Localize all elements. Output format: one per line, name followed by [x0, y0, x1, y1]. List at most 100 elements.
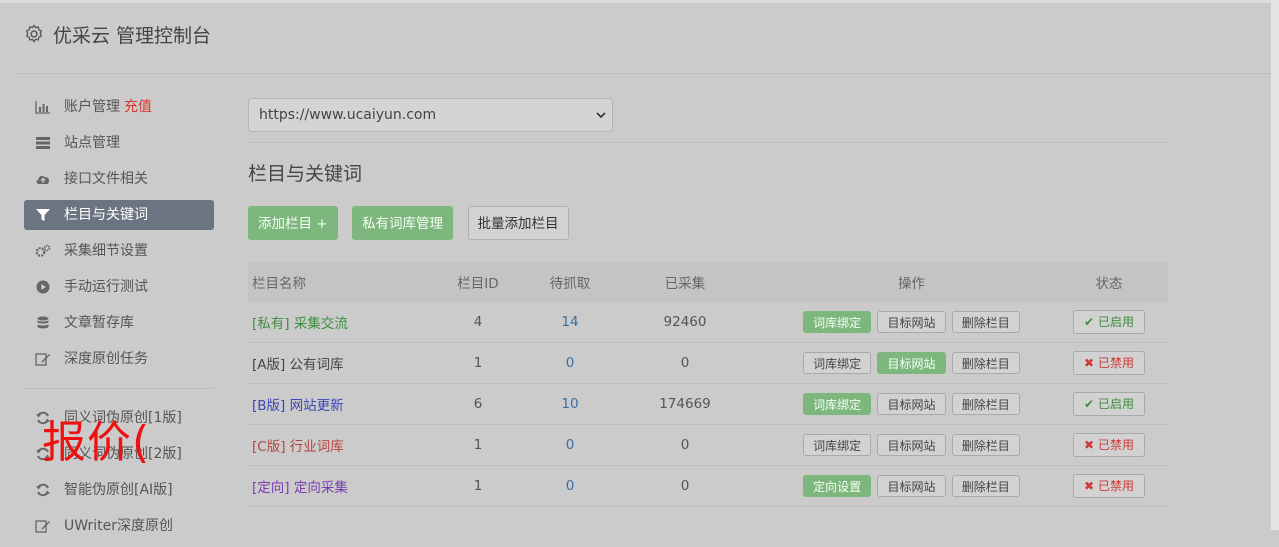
private-lexicon-button[interactable]: 私有词库管理	[352, 206, 454, 240]
status-toggle[interactable]: ✖ 已禁用	[1073, 433, 1145, 457]
batch-add-button[interactable]: 批量添加栏目	[467, 206, 569, 240]
target-site-button[interactable]: 目标网站	[877, 393, 946, 415]
sidebar-item-article-store[interactable]: 文章暂存库	[24, 308, 214, 338]
table-row: [A版] 公有词库 1 0 0 词库绑定 目标网站 删除栏目 ✖ 已禁用	[248, 342, 1168, 384]
target-site-button[interactable]: 目标网站	[877, 475, 946, 497]
table-row: [C版] 行业词库 1 0 0 词库绑定 目标网站 删除栏目 ✖ 已禁用	[248, 424, 1168, 466]
directed-settings-button[interactable]: 定向设置	[803, 475, 872, 497]
sidebar-item-columns-keywords[interactable]: 栏目与关键词	[24, 200, 214, 230]
sidebar-item-label: 深度原创任务	[64, 351, 148, 367]
site-select[interactable]: https://www.ucaiyun.com	[248, 98, 613, 132]
status-label: 已禁用	[1097, 438, 1134, 452]
server-icon	[36, 137, 50, 149]
header-id: 栏目ID	[413, 262, 543, 302]
column-id: 4	[413, 302, 543, 343]
sidebar-item-sites[interactable]: 站点管理	[24, 128, 214, 158]
section-title: 栏目与关键词	[248, 163, 363, 185]
lexicon-bind-button[interactable]: 词库绑定	[803, 311, 872, 333]
ops-cell: 词库绑定 目标网站 删除栏目	[773, 342, 1050, 384]
recharge-link[interactable]: 充值	[124, 99, 152, 115]
sidebar-item-collect-settings[interactable]: 采集细节设置	[24, 236, 214, 266]
status-toggle[interactable]: ✔ 已启用	[1073, 310, 1145, 334]
sidebar-item-account[interactable]: 账户管理 充值	[24, 92, 214, 122]
target-site-button[interactable]: 目标网站	[877, 352, 946, 374]
lexicon-bind-button[interactable]: 词库绑定	[803, 434, 872, 456]
table-header-row: 栏目名称 栏目ID 待抓取 已采集 操作 状态	[248, 262, 1168, 302]
column-name-link[interactable]: [B版] 网站更新	[248, 383, 413, 425]
pending-count[interactable]: 0	[543, 342, 597, 384]
divider	[248, 142, 1168, 143]
pending-count[interactable]: 14	[543, 302, 597, 343]
add-column-button[interactable]: 添加栏目 +	[248, 206, 338, 240]
table-row: [B版] 网站更新 6 10 174669 词库绑定 目标网站 删除栏目 ✔ 已…	[248, 383, 1168, 425]
pending-count[interactable]: 0	[543, 424, 597, 466]
check-icon: ✔	[1084, 315, 1095, 329]
sidebar-item-uwriter[interactable]: UWriter深度原创	[24, 511, 214, 541]
collected-count: 174669	[597, 383, 773, 425]
status-cell: ✖ 已禁用	[1050, 424, 1168, 466]
pending-count[interactable]: 0	[543, 465, 597, 507]
edit-icon	[35, 520, 50, 533]
delete-column-button[interactable]: 删除栏目	[951, 311, 1020, 333]
status-label: 已禁用	[1097, 356, 1134, 370]
ops-cell: 词库绑定 目标网站 删除栏目	[773, 424, 1050, 466]
status-toggle[interactable]: ✔ 已启用	[1073, 392, 1145, 416]
sidebar-item-label: UWriter深度原创	[64, 518, 173, 534]
pending-count[interactable]: 10	[543, 383, 597, 425]
app-title: 优采云 管理控制台	[53, 25, 212, 47]
sidebar-item-deep-original[interactable]: 深度原创任务	[24, 344, 214, 374]
scrollbar-track[interactable]	[1271, 0, 1279, 530]
bar-chart-icon	[35, 101, 50, 114]
cogs-icon	[35, 244, 51, 257]
status-label: 已禁用	[1097, 479, 1134, 493]
column-id: 1	[413, 342, 543, 384]
target-site-button[interactable]: 目标网站	[877, 311, 946, 333]
sidebar-item-label: 接口文件相关	[64, 171, 148, 187]
action-buttons: 添加栏目 + 私有词库管理 批量添加栏目	[248, 206, 1168, 240]
header-collected: 已采集	[597, 262, 773, 302]
site-select-value: https://www.ucaiyun.com	[259, 107, 437, 123]
status-toggle[interactable]: ✖ 已禁用	[1073, 351, 1145, 375]
chevron-down-icon	[596, 112, 606, 119]
sidebar-item-interface-files[interactable]: 接口文件相关	[24, 164, 214, 194]
status-label: 已启用	[1097, 315, 1134, 329]
sidebar-item-label: 站点管理	[64, 135, 120, 151]
lexicon-bind-button[interactable]: 词库绑定	[803, 393, 872, 415]
sidebar-item-label: 手动运行测试	[64, 279, 148, 295]
target-site-button[interactable]: 目标网站	[877, 434, 946, 456]
refresh-icon	[36, 483, 50, 497]
column-name-link[interactable]: [定向] 定向采集	[248, 465, 413, 507]
collected-count: 0	[597, 342, 773, 384]
column-name-link[interactable]: [A版] 公有词库	[248, 342, 413, 384]
status-label: 已启用	[1097, 397, 1134, 411]
sidebar: 账户管理 充值 站点管理 接口文件相关 栏目与关键词 采集细节设置 手动运行测试 …	[24, 92, 214, 547]
column-name-link[interactable]: [私有] 采集交流	[248, 302, 413, 343]
gear-icon	[26, 24, 42, 43]
status-cell: ✔ 已启用	[1050, 302, 1168, 343]
status-cell: ✔ 已启用	[1050, 383, 1168, 425]
cloud-upload-icon	[36, 175, 50, 184]
ops-cell: 定向设置 目标网站 删除栏目	[773, 465, 1050, 507]
status-cell: ✖ 已禁用	[1050, 342, 1168, 384]
sidebar-item-label: 文章暂存库	[64, 315, 134, 331]
close-icon: ✖	[1084, 479, 1095, 493]
column-name-link[interactable]: [C版] 行业词库	[248, 424, 413, 466]
check-icon: ✔	[1084, 397, 1095, 411]
delete-column-button[interactable]: 删除栏目	[951, 475, 1020, 497]
lexicon-bind-button[interactable]: 词库绑定	[803, 352, 872, 374]
status-cell: ✖ 已禁用	[1050, 465, 1168, 507]
filter-icon	[36, 209, 50, 221]
delete-column-button[interactable]: 删除栏目	[951, 434, 1020, 456]
delete-column-button[interactable]: 删除栏目	[951, 352, 1020, 374]
column-id: 6	[413, 383, 543, 425]
close-icon: ✖	[1084, 438, 1095, 452]
app-header: 优采云 管理控制台	[15, 3, 1271, 74]
delete-column-button[interactable]: 删除栏目	[951, 393, 1020, 415]
overlay-annotation: 报价(	[42, 417, 151, 468]
status-toggle[interactable]: ✖ 已禁用	[1073, 474, 1145, 498]
header-pending: 待抓取	[543, 262, 597, 302]
table-row: [私有] 采集交流 4 14 92460 词库绑定 目标网站 删除栏目 ✔ 已启…	[248, 302, 1168, 343]
sidebar-item-manual-run[interactable]: 手动运行测试	[24, 272, 214, 302]
header-name: 栏目名称	[248, 262, 413, 302]
sidebar-item-ai-rewrite[interactable]: 智能伪原创[AI版]	[24, 475, 214, 505]
